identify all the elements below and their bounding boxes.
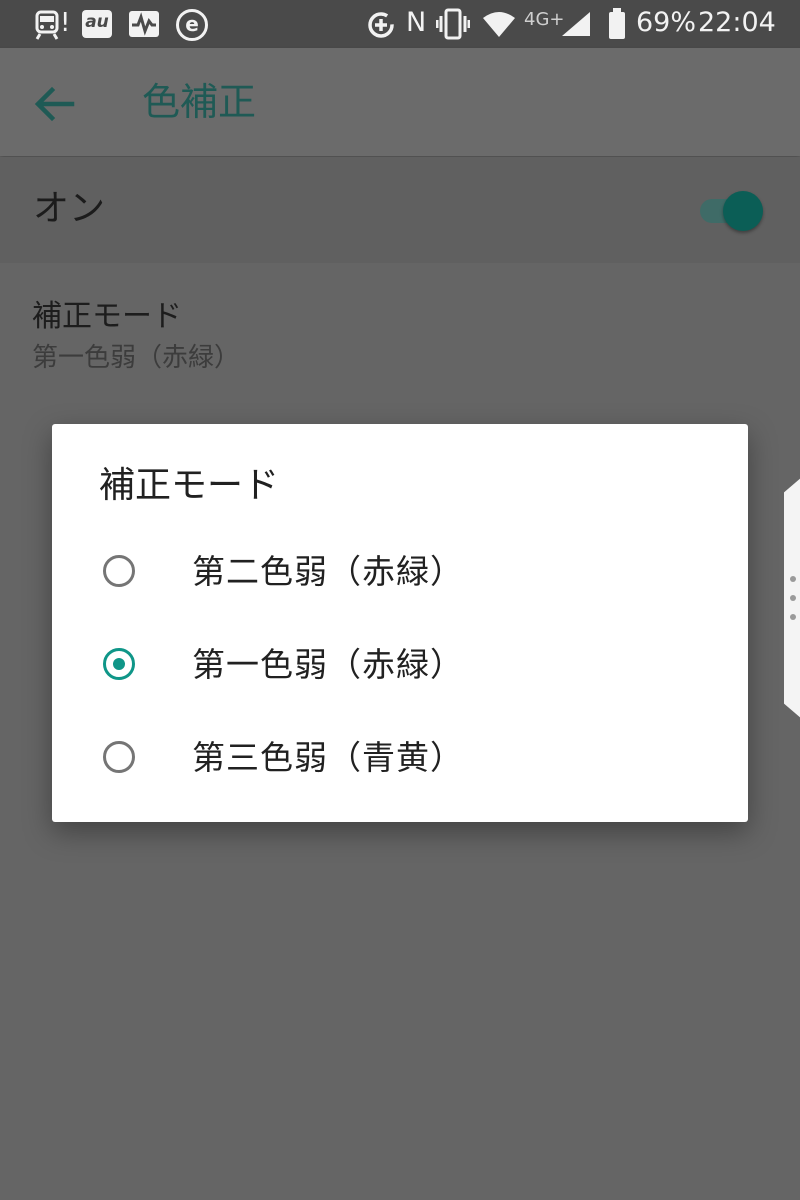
e-label: e: [185, 12, 199, 36]
radio-dot: [113, 658, 125, 670]
main-switch-row[interactable]: オン: [0, 157, 800, 263]
train-icon: [35, 10, 59, 40]
e-icon: e: [176, 9, 208, 41]
data-saver-icon: [368, 12, 394, 38]
wifi-icon: [483, 12, 515, 37]
option-label: 第一色弱（赤緑）: [192, 645, 464, 684]
signal-icon: [562, 12, 590, 36]
option-label: 第三色弱（青黄）: [192, 738, 464, 777]
nfc-icon: N: [406, 7, 427, 38]
network-type: 4G+: [524, 9, 565, 30]
switch-label: オン: [33, 188, 106, 229]
activity-icon: [129, 11, 159, 37]
handle-dot: [790, 595, 796, 601]
option-deuteranomaly[interactable]: 第二色弱（赤緑）: [52, 530, 748, 620]
battery-percent: 69%: [636, 7, 697, 38]
radio-button-checked[interactable]: [103, 648, 135, 680]
radio-button[interactable]: [103, 741, 135, 773]
handle-dot: [790, 576, 796, 582]
back-arrow-icon[interactable]: [32, 84, 76, 124]
notification-mark: !: [60, 8, 71, 38]
au-label: au: [85, 12, 109, 32]
vibrate-icon: [436, 8, 470, 40]
preference-title: 補正モード: [32, 299, 182, 334]
status-bar: ! au e N 4G+ 69% 22:04: [0, 0, 800, 48]
battery-icon: [609, 8, 625, 39]
option-label: 第二色弱（赤緑）: [192, 552, 464, 591]
correction-mode-dialog: 補正モード 第二色弱（赤緑） 第一色弱（赤緑） 第三色弱（青黄）: [52, 424, 748, 822]
preference-summary: 第一色弱（赤緑）: [32, 343, 241, 373]
option-protanomaly[interactable]: 第一色弱（赤緑）: [52, 623, 748, 713]
dialog-title: 補正モード: [99, 465, 280, 506]
au-icon: au: [82, 10, 112, 38]
clock: 22:04: [698, 7, 776, 38]
option-tritanomaly[interactable]: 第三色弱（青黄）: [52, 716, 748, 806]
toggle-thumb[interactable]: [723, 191, 763, 231]
page-title: 色補正: [142, 80, 257, 124]
handle-dot: [790, 614, 796, 620]
edge-panel-handle[interactable]: [784, 478, 800, 718]
radio-button[interactable]: [103, 555, 135, 587]
app-bar: 色補正: [0, 48, 800, 156]
correction-mode-preference[interactable]: 補正モード 第一色弱（赤緑）: [32, 298, 240, 376]
